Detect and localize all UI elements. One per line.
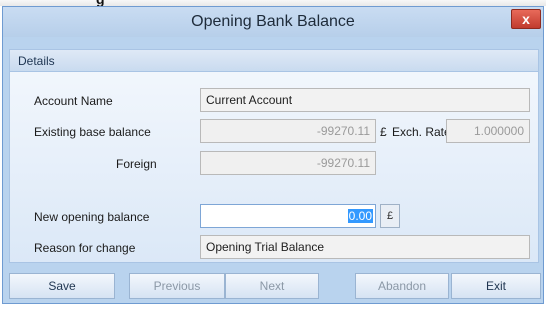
account-name-field[interactable]: Current Account xyxy=(200,88,530,112)
previous-button[interactable]: Previous xyxy=(129,273,225,299)
abandon-button[interactable]: Abandon xyxy=(355,273,449,299)
reason-for-change-label: Reason for change xyxy=(34,241,136,255)
close-button[interactable]: x xyxy=(511,9,541,29)
new-opening-balance-value: 0.00 xyxy=(347,209,373,223)
new-opening-balance-label: New opening balance xyxy=(34,210,150,224)
exit-button[interactable]: Exit xyxy=(451,273,541,299)
opening-bank-balance-dialog: Opening Bank Balance x Details Account N… xyxy=(2,6,544,304)
details-header: Details xyxy=(10,50,538,72)
details-panel: Details Account Name Current Account Exi… xyxy=(9,49,539,263)
foreign-balance-field[interactable]: -99270.11 xyxy=(200,151,376,175)
partial-background-glyph: g xyxy=(96,0,105,7)
exch-rate-label: Exch. Rate xyxy=(392,125,451,139)
existing-base-balance-field[interactable]: -99270.11 xyxy=(200,119,376,143)
existing-currency-symbol: £ xyxy=(380,125,387,139)
exch-rate-field[interactable]: 1.000000 xyxy=(446,119,530,143)
account-name-label: Account Name xyxy=(34,94,113,108)
foreign-label: Foreign xyxy=(116,157,157,171)
save-button[interactable]: Save xyxy=(9,273,115,299)
reason-for-change-field[interactable]: Opening Trial Balance xyxy=(200,235,530,259)
currency-toggle-button[interactable]: £ xyxy=(380,204,400,228)
new-opening-balance-input[interactable]: 0.00 xyxy=(200,204,376,228)
close-icon: x xyxy=(522,11,530,27)
existing-base-balance-label: Existing base balance xyxy=(34,125,151,139)
next-button[interactable]: Next xyxy=(225,273,319,299)
dialog-title: Opening Bank Balance xyxy=(3,7,543,37)
